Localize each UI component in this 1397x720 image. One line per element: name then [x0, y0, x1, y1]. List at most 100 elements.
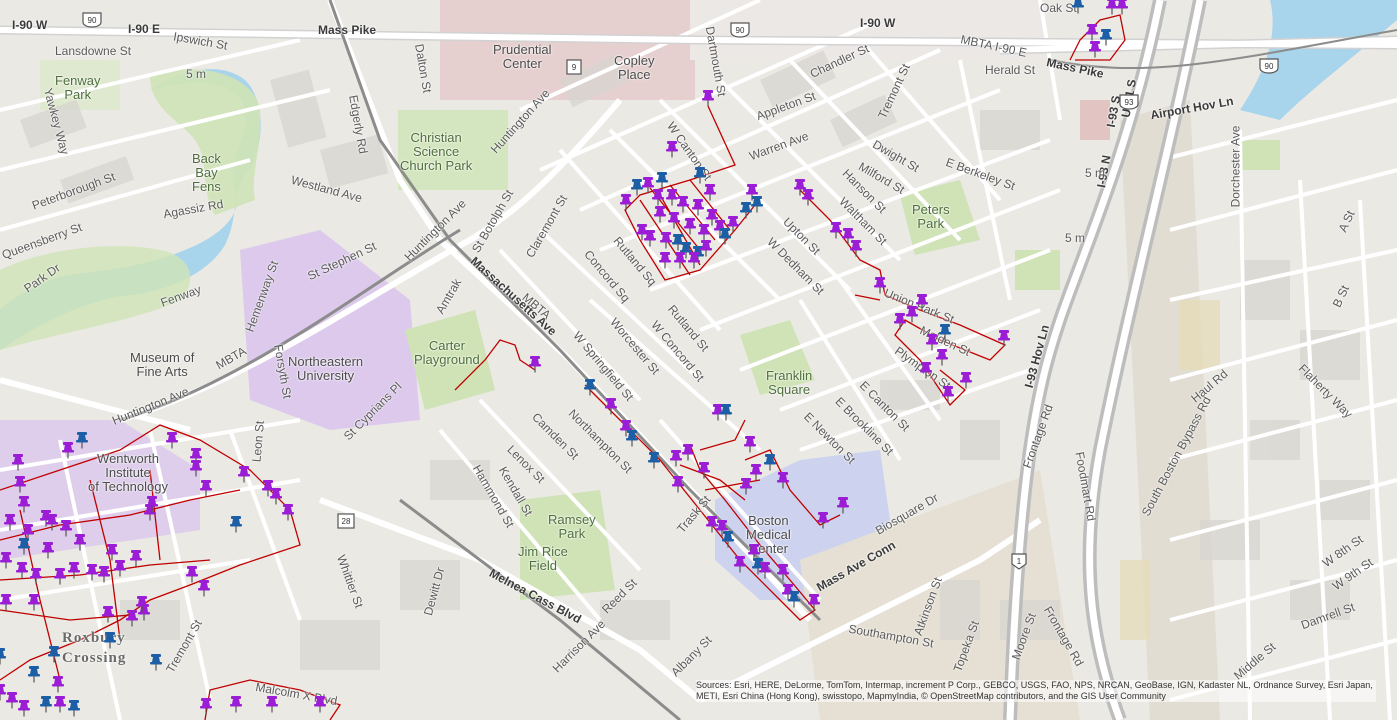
purple-pushpin-icon[interactable]	[528, 355, 542, 373]
purple-pushpin-icon[interactable]	[673, 251, 687, 269]
purple-pushpin-icon[interactable]	[997, 329, 1011, 347]
purple-pushpin-icon[interactable]	[97, 565, 111, 583]
purple-pushpin-icon[interactable]	[237, 465, 251, 483]
purple-pushpin-icon[interactable]	[313, 695, 327, 713]
purple-pushpin-icon[interactable]	[53, 567, 67, 585]
purple-pushpin-icon[interactable]	[53, 695, 67, 713]
purple-pushpin-icon[interactable]	[893, 312, 907, 330]
purple-pushpin-icon[interactable]	[41, 541, 55, 559]
purple-pushpin-icon[interactable]	[758, 561, 772, 579]
purple-pushpin-icon[interactable]	[265, 695, 279, 713]
blue-pushpin-icon[interactable]	[0, 647, 7, 665]
purple-pushpin-icon[interactable]	[129, 549, 143, 567]
purple-pushpin-icon[interactable]	[776, 471, 790, 489]
blue-pushpin-icon[interactable]	[719, 403, 733, 421]
blue-pushpin-icon[interactable]	[718, 227, 732, 245]
purple-pushpin-icon[interactable]	[197, 579, 211, 597]
blue-pushpin-icon[interactable]	[721, 530, 735, 548]
purple-pushpin-icon[interactable]	[0, 593, 13, 611]
purple-pushpin-icon[interactable]	[697, 461, 711, 479]
blue-pushpin-icon[interactable]	[103, 631, 117, 649]
purple-pushpin-icon[interactable]	[733, 555, 747, 573]
blue-pushpin-icon[interactable]	[1099, 28, 1113, 46]
purple-pushpin-icon[interactable]	[681, 443, 695, 461]
purple-pushpin-icon[interactable]	[703, 183, 717, 201]
blue-pushpin-icon[interactable]	[75, 431, 89, 449]
purple-pushpin-icon[interactable]	[905, 305, 919, 323]
purple-pushpin-icon[interactable]	[658, 251, 672, 269]
purple-pushpin-icon[interactable]	[671, 475, 685, 493]
blue-pushpin-icon[interactable]	[27, 665, 41, 683]
purple-pushpin-icon[interactable]	[17, 699, 31, 717]
purple-pushpin-icon[interactable]	[776, 563, 790, 581]
purple-pushpin-icon[interactable]	[29, 567, 43, 585]
blue-pushpin-icon[interactable]	[47, 645, 61, 663]
blue-pushpin-icon[interactable]	[739, 201, 753, 219]
purple-pushpin-icon[interactable]	[959, 371, 973, 389]
purple-pushpin-icon[interactable]	[801, 188, 815, 206]
purple-pushpin-icon[interactable]	[59, 519, 73, 537]
purple-pushpin-icon[interactable]	[17, 495, 31, 513]
purple-pushpin-icon[interactable]	[3, 513, 17, 531]
purple-pushpin-icon[interactable]	[45, 513, 59, 531]
blue-pushpin-icon[interactable]	[583, 378, 597, 396]
blue-pushpin-icon[interactable]	[787, 590, 801, 608]
purple-pushpin-icon[interactable]	[165, 431, 179, 449]
purple-pushpin-icon[interactable]	[651, 188, 665, 206]
purple-pushpin-icon[interactable]	[643, 229, 657, 247]
blue-pushpin-icon[interactable]	[763, 453, 777, 471]
purple-pushpin-icon[interactable]	[739, 477, 753, 495]
purple-pushpin-icon[interactable]	[699, 239, 713, 257]
purple-pushpin-icon[interactable]	[229, 695, 243, 713]
purple-pushpin-icon[interactable]	[27, 593, 41, 611]
purple-pushpin-icon[interactable]	[15, 561, 29, 579]
purple-pushpin-icon[interactable]	[941, 385, 955, 403]
purple-pushpin-icon[interactable]	[145, 495, 159, 513]
purple-pushpin-icon[interactable]	[701, 89, 715, 107]
purple-pushpin-icon[interactable]	[189, 459, 203, 477]
purple-pushpin-icon[interactable]	[11, 453, 25, 471]
blue-pushpin-icon[interactable]	[693, 166, 707, 184]
purple-pushpin-icon[interactable]	[919, 361, 933, 379]
purple-pushpin-icon[interactable]	[61, 441, 75, 459]
purple-pushpin-icon[interactable]	[73, 533, 87, 551]
purple-pushpin-icon[interactable]	[101, 605, 115, 623]
blue-pushpin-icon[interactable]	[67, 699, 81, 717]
blue-pushpin-icon[interactable]	[625, 429, 639, 447]
purple-pushpin-icon[interactable]	[113, 559, 127, 577]
purple-pushpin-icon[interactable]	[653, 205, 667, 223]
purple-pushpin-icon[interactable]	[0, 551, 13, 569]
blue-pushpin-icon[interactable]	[17, 537, 31, 555]
purple-pushpin-icon[interactable]	[51, 675, 65, 693]
purple-pushpin-icon[interactable]	[667, 211, 681, 229]
purple-pushpin-icon[interactable]	[807, 593, 821, 611]
purple-pushpin-icon[interactable]	[604, 397, 618, 415]
purple-pushpin-icon[interactable]	[836, 496, 850, 514]
blue-pushpin-icon[interactable]	[1071, 0, 1085, 14]
blue-pushpin-icon[interactable]	[39, 695, 53, 713]
purple-pushpin-icon[interactable]	[849, 239, 863, 257]
purple-pushpin-icon[interactable]	[281, 503, 295, 521]
purple-pushpin-icon[interactable]	[816, 511, 830, 529]
purple-pushpin-icon[interactable]	[687, 251, 701, 269]
purple-pushpin-icon[interactable]	[135, 595, 149, 613]
purple-pushpin-icon[interactable]	[105, 543, 119, 561]
purple-pushpin-icon[interactable]	[873, 276, 887, 294]
purple-pushpin-icon[interactable]	[199, 697, 213, 715]
purple-pushpin-icon[interactable]	[13, 475, 27, 493]
blue-pushpin-icon[interactable]	[647, 451, 661, 469]
purple-pushpin-icon[interactable]	[665, 140, 679, 158]
purple-pushpin-icon[interactable]	[935, 348, 949, 366]
purple-pushpin-icon[interactable]	[743, 435, 757, 453]
blue-pushpin-icon[interactable]	[938, 323, 952, 341]
purple-pushpin-icon[interactable]	[67, 561, 81, 579]
purple-pushpin-icon[interactable]	[683, 217, 697, 235]
purple-pushpin-icon[interactable]	[691, 198, 705, 216]
purple-pushpin-icon[interactable]	[1085, 23, 1099, 41]
blue-pushpin-icon[interactable]	[229, 515, 243, 533]
purple-pushpin-icon[interactable]	[199, 479, 213, 497]
blue-pushpin-icon[interactable]	[149, 653, 163, 671]
blue-pushpin-icon[interactable]	[655, 171, 669, 189]
map-view[interactable]: Prudential Center Copley Place Christian…	[0, 0, 1397, 720]
purple-pushpin-icon[interactable]	[1115, 0, 1129, 15]
